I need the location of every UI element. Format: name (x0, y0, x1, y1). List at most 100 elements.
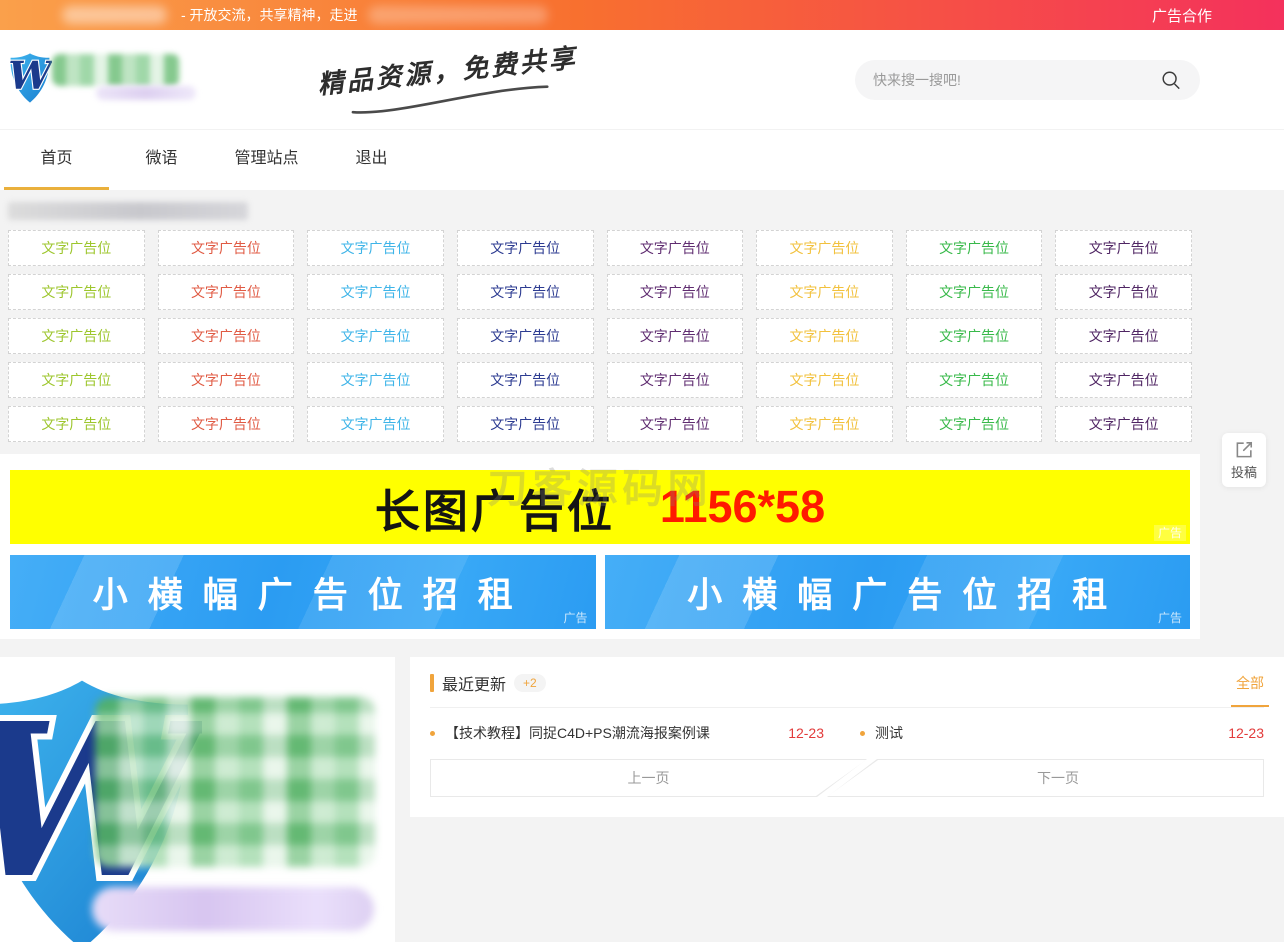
text-ad-cell[interactable]: 文字广告位 (157, 362, 295, 398)
text-ad-cell[interactable]: 文字广告位 (905, 230, 1043, 266)
text-ad-cell[interactable]: 文字广告位 (756, 406, 893, 442)
nav-item-logout[interactable]: 退出 (319, 130, 424, 190)
search-icon (1162, 70, 1180, 89)
recent-updates-card: 最近更新 +2 全部 【技术教程】同捉C4D+PS潮流海报案例课 12-23 测… (410, 657, 1284, 817)
blurred-notice-text (8, 202, 248, 220)
blurred-site-name (52, 53, 180, 86)
blurred-text-chip (367, 6, 548, 24)
update-list-item[interactable]: 测试 12-23 (860, 723, 1264, 743)
ad-badge: 广告 (1153, 525, 1186, 541)
ad-badge: 广告 (1157, 611, 1182, 625)
pagination: 上一页 下一页 (430, 759, 1264, 797)
main-area: 文字广告位 文字广告位 文字广告位 文字广告位 文字广告位 文字广告位 文字广告位 文字广告位… (0, 190, 1284, 942)
site-logo-card: W (0, 657, 395, 942)
text-ad-cell[interactable]: 文字广告位 (157, 230, 295, 266)
text-ad-cell[interactable]: 文字广告位 (8, 230, 145, 266)
text-ad-cell[interactable]: 文字广告位 (756, 230, 893, 266)
text-ad-cell[interactable]: 文字广告位 (905, 274, 1043, 310)
text-ad-cell[interactable]: 文字广告位 (905, 318, 1043, 354)
nav-item-manage-site[interactable]: 管理站点 (214, 130, 319, 190)
text-ad-grid: 文字广告位 文字广告位 文字广告位 文字广告位 文字广告位 文字广告位 文字广告位 文字广告位… (8, 230, 1192, 442)
text-ad-cell[interactable]: 文字广告位 (307, 406, 444, 442)
text-ad-cell[interactable]: 文字广告位 (307, 230, 444, 266)
main-nav: 首页 微语 管理站点 退出 (0, 130, 1284, 190)
text-ad-cell[interactable]: 文字广告位 (905, 362, 1043, 398)
long-ad-size: 1156*58 (659, 481, 826, 532)
text-ad-cell[interactable]: 文字广告位 (1055, 362, 1192, 398)
text-ad-cell[interactable]: 文字广告位 (307, 274, 444, 310)
view-all-link[interactable]: 全部 (1236, 673, 1264, 693)
site-header: W 精品资源，免费共享 (0, 30, 1284, 130)
recent-updates-header: 最近更新 +2 全部 (430, 671, 1264, 708)
bullet-dot-icon (430, 730, 435, 736)
text-ad-cell[interactable]: 文字广告位 (756, 274, 893, 310)
text-ad-cell[interactable]: 文字广告位 (606, 406, 744, 442)
blurred-site-name-chip (62, 6, 167, 24)
prev-page-label: 上一页 (627, 770, 670, 786)
text-ad-cell[interactable]: 文字广告位 (8, 274, 145, 310)
text-ad-cell[interactable]: 文字广告位 (456, 406, 594, 442)
text-ad-cell[interactable]: 文字广告位 (1055, 406, 1192, 442)
nav-item-weiyu[interactable]: 微语 (109, 130, 214, 190)
banner-section: 刀客源码网 长图广告位 1156*58 广告 小横幅广告位招租 广告 小横幅广告… (0, 454, 1200, 639)
long-ad-banner[interactable]: 长图广告位 1156*58 广告 (10, 470, 1190, 544)
bullet-dot-icon (860, 730, 865, 736)
update-date: 12-23 (1228, 725, 1264, 741)
small-ad-text: 小横幅广告位招租 (92, 575, 533, 615)
search-box[interactable] (855, 59, 1200, 100)
topbar-slogan-area: - 开放交流，共享精神，走进 (0, 5, 548, 25)
text-ad-cell[interactable]: 文字广告位 (456, 230, 594, 266)
header-slogan: 精品资源，免费共享 (316, 38, 582, 122)
text-ad-cell[interactable]: 文字广告位 (307, 318, 444, 354)
text-ad-cell[interactable]: 文字广告位 (8, 318, 145, 354)
bottom-section: W 最近更新 +2 全部 【技术教程】同捉C4D+PS潮流海报案例课 12-23 (0, 657, 1284, 942)
update-date: 12-23 (788, 725, 824, 741)
text-ad-cell[interactable]: 文字广告位 (1055, 230, 1192, 266)
small-ad-banner-right[interactable]: 小横幅广告位招租 广告 (604, 555, 1190, 629)
text-ad-cell[interactable]: 文字广告位 (756, 318, 893, 354)
ad-badge: 广告 (563, 611, 588, 625)
text-ad-cell[interactable]: 文字广告位 (756, 362, 893, 398)
site-logo[interactable]: W (8, 50, 198, 110)
prev-page-button[interactable]: 上一页 (430, 759, 867, 797)
small-ad-banner-left[interactable]: 小横幅广告位招租 广告 (10, 555, 596, 629)
small-ad-text: 小横幅广告位招租 (687, 575, 1128, 615)
text-ad-cell[interactable]: 文字广告位 (606, 274, 744, 310)
search-button[interactable] (1160, 69, 1182, 91)
ad-cooperation-link[interactable]: 广告合作 (1152, 5, 1212, 26)
update-title: 测试 (875, 725, 903, 741)
next-page-label: 下一页 (1037, 770, 1079, 786)
text-ad-cell[interactable]: 文字广告位 (157, 318, 295, 354)
text-ad-cell[interactable]: 文字广告位 (456, 274, 594, 310)
nav-item-home[interactable]: 首页 (4, 130, 109, 190)
blurred-site-subtitle-large (92, 887, 374, 931)
updates-list: 【技术教程】同捉C4D+PS潮流海报案例课 12-23 测试 12-23 (430, 708, 1264, 759)
blurred-site-subtitle (96, 85, 196, 100)
text-ad-cell[interactable]: 文字广告位 (456, 362, 594, 398)
text-ad-cell[interactable]: 文字广告位 (157, 274, 295, 310)
text-ad-cell[interactable]: 文字广告位 (606, 362, 744, 398)
text-ad-cell[interactable]: 文字广告位 (8, 362, 145, 398)
submit-post-button[interactable]: 投稿 (1222, 433, 1266, 487)
text-ad-cell[interactable]: 文字广告位 (905, 406, 1043, 442)
topbar-slogan: - 开放交流，共享精神，走进 (181, 7, 358, 23)
text-ad-cell[interactable]: 文字广告位 (1055, 318, 1192, 354)
text-ad-cell[interactable]: 文字广告位 (8, 406, 145, 442)
text-ad-cell[interactable]: 文字广告位 (456, 318, 594, 354)
shield-logo-icon: W (8, 52, 52, 103)
update-title: 【技术教程】同捉C4D+PS潮流海报案例课 (445, 725, 710, 741)
blurred-site-name-large (95, 697, 375, 867)
section-accent-bar (430, 674, 434, 692)
edit-pencil-icon (1236, 441, 1252, 457)
update-list-item[interactable]: 【技术教程】同捉C4D+PS潮流海报案例课 12-23 (430, 723, 834, 743)
svg-text:W: W (8, 54, 52, 99)
text-ad-cell[interactable]: 文字广告位 (307, 362, 444, 398)
new-count-badge: +2 (514, 674, 546, 692)
text-ad-cell[interactable]: 文字广告位 (157, 406, 295, 442)
text-ad-cell[interactable]: 文字广告位 (606, 318, 744, 354)
search-input[interactable] (873, 71, 1160, 88)
submit-post-label: 投稿 (1230, 464, 1257, 480)
text-ad-cell[interactable]: 文字广告位 (1055, 274, 1192, 310)
text-ad-cell[interactable]: 文字广告位 (606, 230, 744, 266)
next-page-button[interactable]: 下一页 (827, 759, 1264, 797)
